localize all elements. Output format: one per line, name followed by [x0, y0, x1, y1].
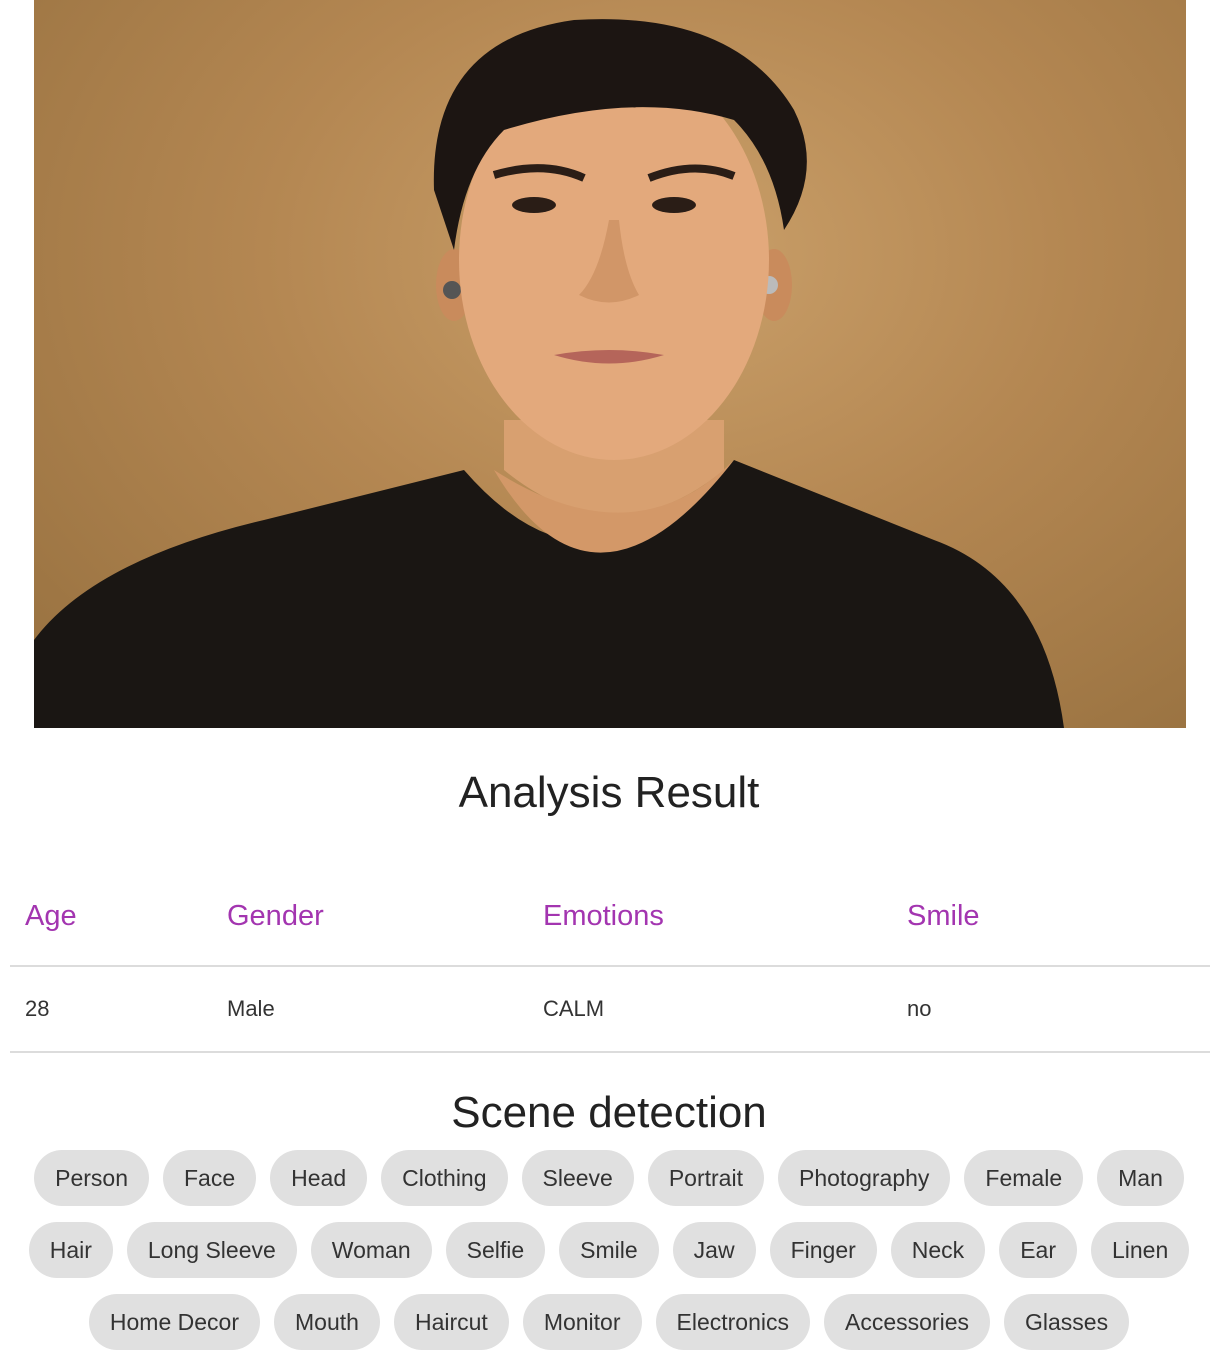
scene-detection-title: Scene detection	[451, 1088, 767, 1137]
cell-emotions: CALM	[528, 966, 892, 1053]
table-row: 28 Male CALM no	[10, 966, 1210, 1053]
header-age: Age	[10, 868, 212, 967]
scene-tag: Long Sleeve	[126, 1222, 297, 1278]
scene-tag-list: Person Face Head Clothing Sleeve Portrai…	[0, 1150, 1218, 1350]
scene-tag: Haircut	[393, 1294, 509, 1350]
analysis-table: Age Gender Emotions Smile 28 Male CALM n…	[10, 868, 1210, 1053]
scene-tag: Face	[163, 1150, 257, 1206]
portrait-photo	[34, 0, 1186, 728]
scene-tag: Jaw	[672, 1222, 756, 1278]
scene-tag: Man	[1097, 1150, 1184, 1206]
scene-tag: Mouth	[274, 1294, 380, 1350]
scene-tag: Clothing	[381, 1150, 508, 1206]
scene-tag: Hair	[28, 1222, 113, 1278]
scene-tag: Sleeve	[521, 1150, 634, 1206]
scene-tag: Glasses	[1003, 1294, 1130, 1350]
scene-tag: Head	[270, 1150, 368, 1206]
header-smile: Smile	[892, 868, 1210, 967]
cell-smile: no	[892, 966, 1210, 1053]
scene-tag: Person	[34, 1150, 149, 1206]
scene-tag: Neck	[890, 1222, 986, 1278]
scene-tag: Portrait	[647, 1150, 764, 1206]
scene-tag: Woman	[310, 1222, 432, 1278]
cell-age: 28	[10, 966, 212, 1053]
scene-tag: Monitor	[522, 1294, 642, 1350]
scene-tag: Finger	[769, 1222, 877, 1278]
header-emotions: Emotions	[528, 868, 892, 967]
scene-tag: Smile	[559, 1222, 659, 1278]
scene-tag: Accessories	[824, 1294, 990, 1350]
header-gender: Gender	[212, 868, 528, 967]
scene-tag: Electronics	[655, 1294, 810, 1350]
scene-tag: Selfie	[445, 1222, 546, 1278]
analysis-title: Analysis Result	[458, 768, 760, 817]
table-header-row: Age Gender Emotions Smile	[10, 868, 1210, 967]
scene-tag: Photography	[777, 1150, 951, 1206]
scene-tag: Female	[964, 1150, 1084, 1206]
cell-gender: Male	[212, 966, 528, 1053]
scene-tag: Ear	[999, 1222, 1077, 1278]
scene-tag: Linen	[1090, 1222, 1190, 1278]
scene-tag: Home Decor	[88, 1294, 261, 1350]
